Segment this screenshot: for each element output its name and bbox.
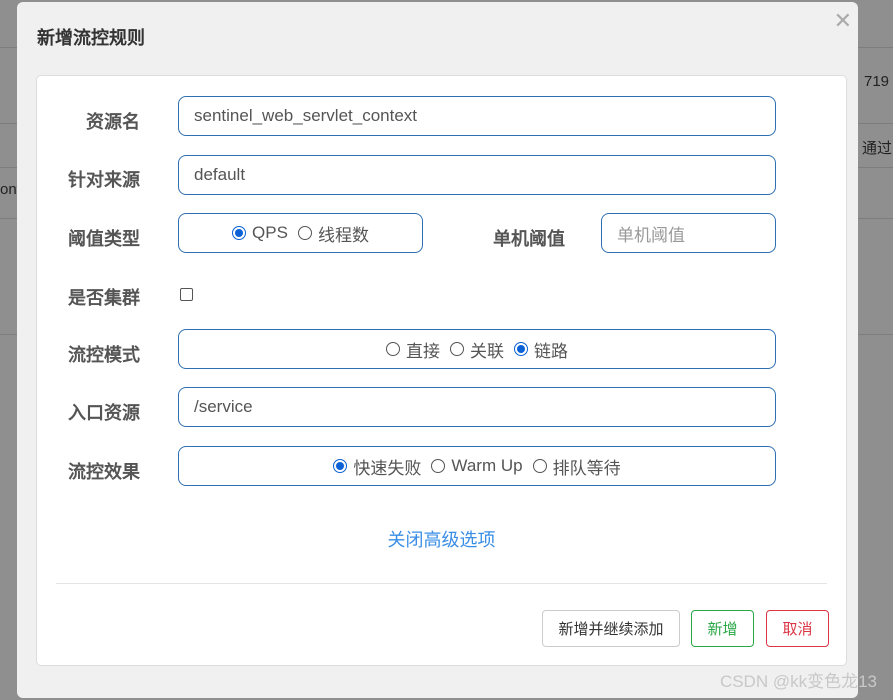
radio-qps[interactable]: QPS: [232, 223, 288, 243]
radio-icon: [297, 226, 312, 240]
radio-warm-up[interactable]: Warm Up: [431, 456, 523, 476]
radio-label: 链路: [534, 341, 568, 361]
form-panel: 资源名 sentinel_web_servlet_context 针对来源 de…: [36, 75, 847, 666]
dialog-title: 新增流控规则: [37, 28, 145, 48]
radio-icon: [333, 459, 348, 473]
radio-icon: [450, 342, 464, 356]
radio-threads[interactable]: 线程数: [297, 221, 369, 246]
mode-group: 直接 关联 链路: [178, 329, 776, 369]
cluster-label: 是否集群: [68, 288, 140, 308]
bg-text: 719: [864, 73, 890, 90]
effect-group: 快速失败 Warm Up 排队等待: [178, 446, 776, 486]
radio-icon: [386, 342, 400, 356]
divider: [56, 583, 827, 584]
add-continue-button[interactable]: 新增并继续添加: [542, 610, 680, 647]
origin-input[interactable]: default: [178, 155, 776, 195]
entry-label: 入口资源: [68, 403, 140, 423]
resource-label: 资源名: [86, 112, 140, 132]
radio-icon: [232, 226, 247, 240]
cancel-button[interactable]: 取消: [766, 610, 829, 647]
radio-relate[interactable]: 关联: [450, 337, 504, 362]
radio-icon: [431, 459, 446, 473]
radio-label: 线程数: [317, 225, 369, 245]
radio-direct[interactable]: 直接: [386, 337, 440, 362]
radio-fast-fail[interactable]: 快速失败: [333, 454, 421, 479]
toggle-advanced-link[interactable]: 关闭高级选项: [37, 526, 846, 552]
radio-label: 关联: [470, 341, 504, 361]
radio-queue[interactable]: 排队等待: [532, 454, 621, 479]
watermark: CSDN @kk变色龙13: [719, 672, 877, 691]
radio-icon: [532, 459, 547, 473]
add-button[interactable]: 新增: [691, 610, 754, 647]
radio-icon: [514, 342, 528, 356]
radio-label: QPS: [252, 223, 288, 242]
cluster-checkbox[interactable]: [180, 288, 193, 301]
threshold-type-label: 阈值类型: [68, 229, 140, 249]
mode-label: 流控模式: [68, 345, 140, 365]
radio-label: 直接: [406, 341, 440, 361]
radio-chain[interactable]: 链路: [514, 337, 568, 362]
single-threshold-input[interactable]: 单机阈值: [601, 213, 776, 253]
origin-label: 针对来源: [68, 170, 140, 190]
threshold-type-group: QPS 线程数: [178, 213, 423, 253]
radio-label: 排队等待: [552, 458, 621, 478]
single-threshold-label: 单机阈值: [493, 229, 565, 249]
resource-input[interactable]: sentinel_web_servlet_context: [178, 96, 776, 136]
effect-label: 流控效果: [68, 462, 140, 482]
add-flow-rule-dialog: 新增流控规则 ✕ 资源名 sentinel_web_servlet_contex…: [17, 2, 858, 698]
close-icon[interactable]: ✕: [834, 8, 852, 34]
bg-text: 通过: [862, 140, 893, 157]
radio-label: 快速失败: [353, 458, 422, 478]
entry-resource-input[interactable]: /service: [178, 387, 776, 427]
radio-label: Warm Up: [451, 456, 523, 475]
